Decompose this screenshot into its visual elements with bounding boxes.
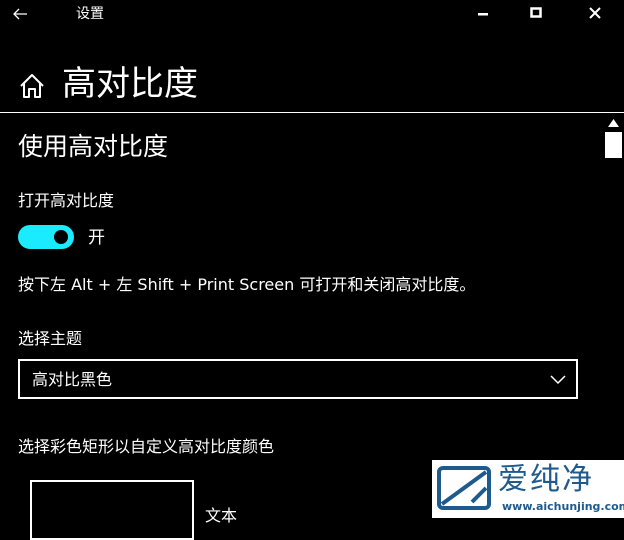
- toggle-state-label: 开: [88, 228, 105, 248]
- theme-selected-value: 高对比黑色: [32, 370, 113, 389]
- back-arrow-icon: [13, 8, 27, 20]
- back-button[interactable]: [8, 2, 48, 26]
- watermark-name: 爱纯净: [498, 462, 594, 497]
- toggle-knob: [54, 230, 68, 244]
- theme-label: 选择主题: [18, 329, 83, 348]
- minimize-button[interactable]: [462, 0, 508, 28]
- watermark-url: www.aichunjing.com: [502, 500, 624, 513]
- watermark-logo-icon: [437, 466, 491, 510]
- window-title: 设置: [76, 6, 104, 22]
- text-color-swatch[interactable]: [30, 480, 194, 540]
- scrollbar[interactable]: [603, 114, 624, 518]
- color-customize-label: 选择彩色矩形以自定义高对比度颜色: [18, 437, 275, 456]
- maximize-button[interactable]: [513, 0, 559, 28]
- scroll-up-button[interactable]: [603, 114, 624, 132]
- watermark: 爱纯净 www.aichunjing.com: [432, 460, 624, 518]
- minimize-icon: [478, 13, 488, 16]
- maximize-icon: [530, 7, 542, 18]
- close-icon: [589, 7, 601, 19]
- close-button[interactable]: [570, 0, 616, 28]
- high-contrast-toggle-label: 打开高对比度: [18, 191, 115, 210]
- home-icon[interactable]: [18, 72, 46, 100]
- header-divider: [0, 112, 624, 113]
- shortcut-hint: 按下左 Alt + 左 Shift + Print Screen 可打开和关闭高…: [18, 275, 476, 294]
- page-title: 高对比度: [62, 64, 198, 104]
- section-title: 使用高对比度: [18, 132, 169, 161]
- scrollbar-thumb[interactable]: [605, 132, 622, 158]
- text-color-swatch-label: 文本: [205, 506, 238, 525]
- scroll-up-arrow-icon: [608, 119, 619, 127]
- title-bar: 设置: [0, 0, 624, 28]
- high-contrast-toggle[interactable]: [18, 225, 74, 249]
- theme-dropdown[interactable]: 高对比黑色: [18, 359, 578, 399]
- chevron-down-icon: [550, 375, 566, 385]
